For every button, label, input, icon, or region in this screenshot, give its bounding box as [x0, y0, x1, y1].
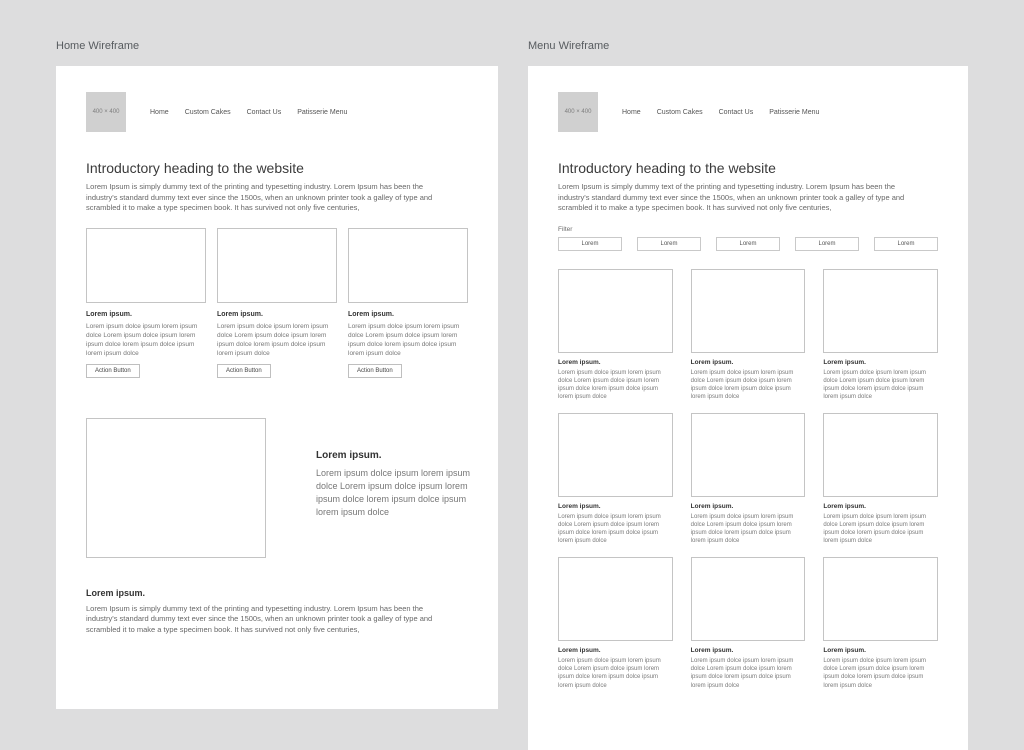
nav-menu[interactable]: Patisserie Menu: [769, 109, 819, 116]
menu-item-body: Lorem ipsum dolce ipsum lorem ipsum dolc…: [691, 369, 806, 401]
card-image-placeholder: [86, 228, 206, 303]
menu-image-placeholder: [823, 413, 938, 497]
menu-frame: 400 × 400 Home Custom Cakes Contact Us P…: [528, 66, 968, 750]
menu-grid: Lorem ipsum. Lorem ipsum dolce ipsum lor…: [558, 269, 938, 690]
menu-item: Lorem ipsum. Lorem ipsum dolce ipsum lor…: [558, 557, 673, 689]
intro-body: Lorem Ipsum is simply dummy text of the …: [86, 182, 446, 214]
logo-placeholder: 400 × 400: [558, 92, 598, 132]
menu-item: Lorem ipsum. Lorem ipsum dolce ipsum lor…: [558, 269, 673, 401]
card-heading: Lorem ipsum.: [217, 311, 337, 318]
header: 400 × 400 Home Custom Cakes Contact Us P…: [558, 92, 938, 132]
card-action-button[interactable]: Action Button: [217, 364, 271, 378]
header: 400 × 400 Home Custom Cakes Contact Us P…: [86, 92, 468, 132]
feature-text: Lorem ipsum. Lorem ipsum dolce ipsum lor…: [316, 450, 486, 525]
menu-item-body: Lorem ipsum dolce ipsum lorem ipsum dolc…: [558, 657, 673, 689]
menu-item-body: Lorem ipsum dolce ipsum lorem ipsum dolc…: [823, 369, 938, 401]
menu-image-placeholder: [558, 557, 673, 641]
card: Lorem ipsum. Lorem ipsum dolce ipsum lor…: [348, 228, 468, 378]
menu-image-placeholder: [691, 413, 806, 497]
section2-heading: Lorem ipsum.: [86, 588, 468, 598]
filter-button[interactable]: Lorem: [637, 237, 701, 251]
menu-item: Lorem ipsum. Lorem ipsum dolce ipsum lor…: [823, 413, 938, 545]
nav: Home Custom Cakes Contact Us Patisserie …: [622, 109, 819, 116]
feature-image-placeholder: [86, 418, 266, 558]
menu-panel-title: Menu Wireframe: [528, 40, 968, 52]
logo-placeholder: 400 × 400: [86, 92, 126, 132]
menu-item: Lorem ipsum. Lorem ipsum dolce ipsum lor…: [691, 557, 806, 689]
nav: Home Custom Cakes Contact Us Patisserie …: [150, 109, 347, 116]
menu-image-placeholder: [823, 269, 938, 353]
card-action-button[interactable]: Action Button: [86, 364, 140, 378]
menu-item: Lorem ipsum. Lorem ipsum dolce ipsum lor…: [823, 557, 938, 689]
menu-item-heading: Lorem ipsum.: [823, 503, 938, 510]
menu-image-placeholder: [823, 557, 938, 641]
intro-body: Lorem Ipsum is simply dummy text of the …: [558, 182, 918, 214]
card-heading: Lorem ipsum.: [86, 311, 206, 318]
menu-item: Lorem ipsum. Lorem ipsum dolce ipsum lor…: [558, 413, 673, 545]
section2-body: Lorem Ipsum is simply dummy text of the …: [86, 604, 446, 636]
menu-item-heading: Lorem ipsum.: [558, 503, 673, 510]
card-image-placeholder: [217, 228, 337, 303]
card-heading: Lorem ipsum.: [348, 311, 468, 318]
menu-item-heading: Lorem ipsum.: [691, 647, 806, 654]
menu-item: Lorem ipsum. Lorem ipsum dolce ipsum lor…: [823, 269, 938, 401]
menu-item-body: Lorem ipsum dolce ipsum lorem ipsum dolc…: [558, 369, 673, 401]
feature-body: Lorem ipsum dolce ipsum lorem ipsum dolc…: [316, 467, 486, 519]
menu-item-body: Lorem ipsum dolce ipsum lorem ipsum dolc…: [691, 657, 806, 689]
menu-image-placeholder: [558, 413, 673, 497]
card-body: Lorem ipsum dolce ipsum lorem ipsum dolc…: [86, 322, 206, 358]
menu-wireframe-panel: Menu Wireframe 400 × 400 Home Custom Cak…: [528, 40, 968, 750]
menu-image-placeholder: [691, 557, 806, 641]
menu-image-placeholder: [691, 269, 806, 353]
intro-heading: Introductory heading to the website: [86, 160, 468, 176]
menu-item-body: Lorem ipsum dolce ipsum lorem ipsum dolc…: [558, 513, 673, 545]
home-wireframe-panel: Home Wireframe 400 × 400 Home Custom Cak…: [56, 40, 498, 750]
card-row: Lorem ipsum. Lorem ipsum dolce ipsum lor…: [86, 228, 468, 378]
menu-item: Lorem ipsum. Lorem ipsum dolce ipsum lor…: [691, 269, 806, 401]
card-body: Lorem ipsum dolce ipsum lorem ipsum dolc…: [348, 322, 468, 358]
menu-item-body: Lorem ipsum dolce ipsum lorem ipsum dolc…: [691, 513, 806, 545]
feature-row: Lorem ipsum. Lorem ipsum dolce ipsum lor…: [86, 418, 468, 558]
card: Lorem ipsum. Lorem ipsum dolce ipsum lor…: [86, 228, 206, 378]
nav-custom[interactable]: Custom Cakes: [657, 109, 703, 116]
intro-heading: Introductory heading to the website: [558, 160, 938, 176]
nav-custom[interactable]: Custom Cakes: [185, 109, 231, 116]
filter-label: Filter: [558, 226, 938, 233]
card-image-placeholder: [348, 228, 468, 303]
card-action-button[interactable]: Action Button: [348, 364, 402, 378]
nav-menu[interactable]: Patisserie Menu: [297, 109, 347, 116]
filter-row: Lorem Lorem Lorem Lorem Lorem: [558, 237, 938, 251]
card: Lorem ipsum. Lorem ipsum dolce ipsum lor…: [217, 228, 337, 378]
home-panel-title: Home Wireframe: [56, 40, 498, 52]
card-body: Lorem ipsum dolce ipsum lorem ipsum dolc…: [217, 322, 337, 358]
menu-image-placeholder: [558, 269, 673, 353]
filter-button[interactable]: Lorem: [795, 237, 859, 251]
menu-item-heading: Lorem ipsum.: [558, 647, 673, 654]
menu-item-heading: Lorem ipsum.: [823, 359, 938, 366]
nav-home[interactable]: Home: [150, 109, 169, 116]
menu-item-heading: Lorem ipsum.: [823, 647, 938, 654]
filter-button[interactable]: Lorem: [874, 237, 938, 251]
home-frame: 400 × 400 Home Custom Cakes Contact Us P…: [56, 66, 498, 709]
nav-contact[interactable]: Contact Us: [719, 109, 754, 116]
menu-item-heading: Lorem ipsum.: [691, 503, 806, 510]
filter-button[interactable]: Lorem: [558, 237, 622, 251]
nav-home[interactable]: Home: [622, 109, 641, 116]
menu-item: Lorem ipsum. Lorem ipsum dolce ipsum lor…: [691, 413, 806, 545]
menu-item-body: Lorem ipsum dolce ipsum lorem ipsum dolc…: [823, 513, 938, 545]
feature-heading: Lorem ipsum.: [316, 450, 486, 461]
menu-item-heading: Lorem ipsum.: [691, 359, 806, 366]
menu-item-body: Lorem ipsum dolce ipsum lorem ipsum dolc…: [823, 657, 938, 689]
menu-item-heading: Lorem ipsum.: [558, 359, 673, 366]
nav-contact[interactable]: Contact Us: [247, 109, 282, 116]
filter-button[interactable]: Lorem: [716, 237, 780, 251]
